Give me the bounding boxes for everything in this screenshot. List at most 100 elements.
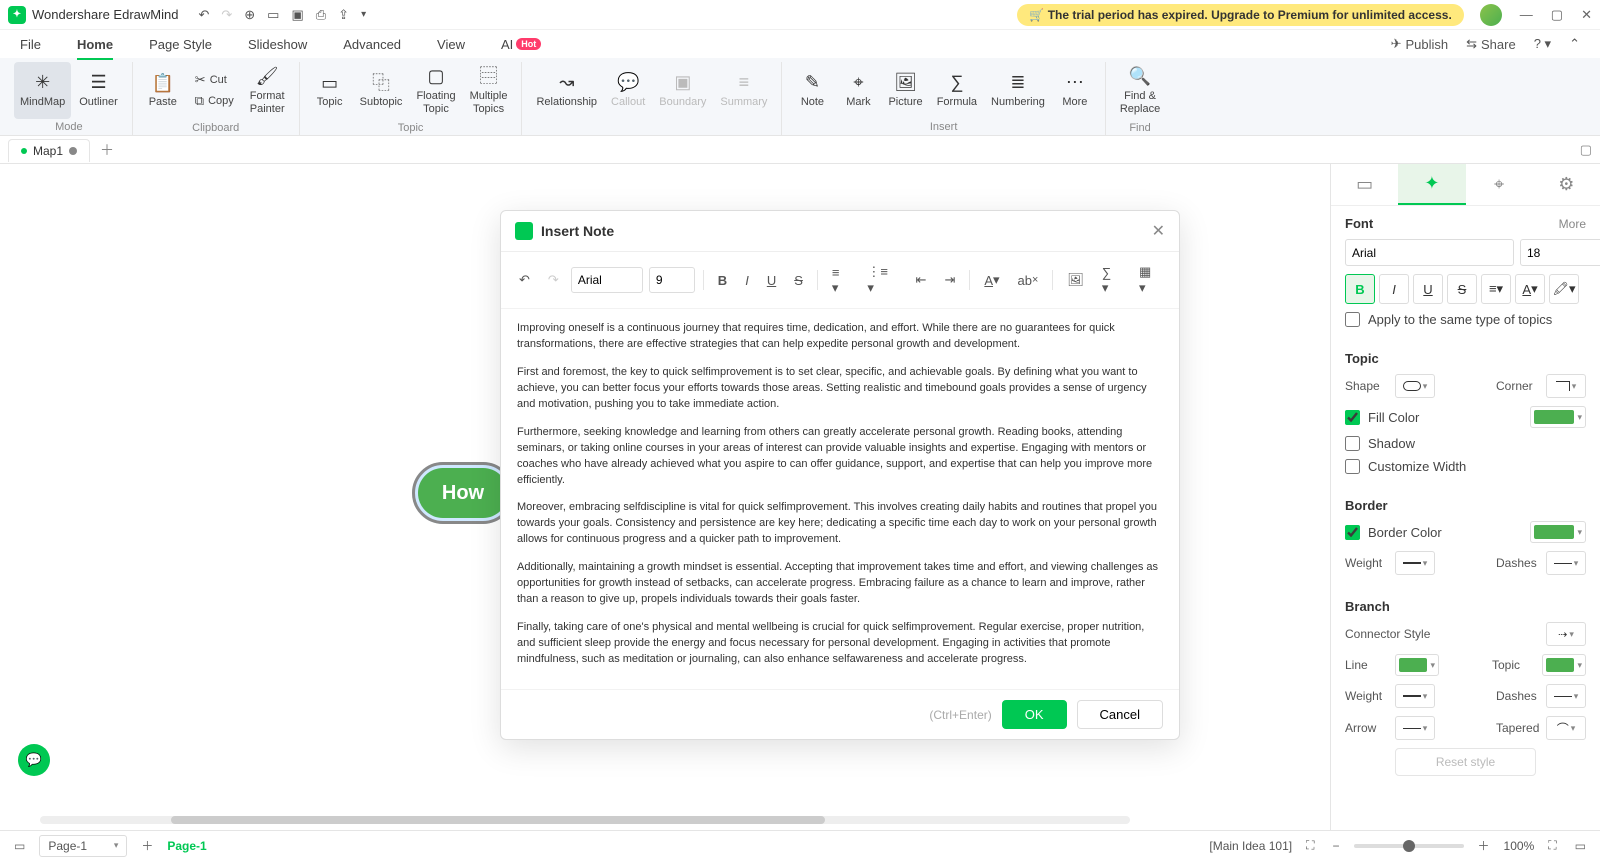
branch-topic-color[interactable]: ▾ xyxy=(1542,654,1586,676)
redo-icon[interactable]: ↷ xyxy=(221,7,232,23)
scrollbar-thumb[interactable] xyxy=(171,816,825,824)
customize-width-checkbox[interactable]: Customize Width xyxy=(1345,459,1586,474)
note-insert-table-button[interactable]: ▦ ▾ xyxy=(1133,260,1167,300)
open-icon[interactable]: ▭ xyxy=(267,7,279,23)
note-strike-button[interactable]: S xyxy=(788,269,809,292)
tab-slideshow[interactable]: Slideshow xyxy=(248,33,307,56)
tab-view[interactable]: View xyxy=(437,33,465,56)
format-painter-button[interactable]: 🖌Format Painter xyxy=(244,62,291,120)
formula-button[interactable]: ∑Formula xyxy=(931,62,983,119)
shape-select[interactable]: ▾ xyxy=(1395,374,1435,398)
border-weight-select[interactable]: ▾ xyxy=(1395,551,1435,575)
note-font-size-select[interactable] xyxy=(649,267,695,293)
page-selector[interactable]: Page-1▾ xyxy=(39,835,127,857)
cut-button[interactable]: ✂Cut xyxy=(191,70,238,90)
border-color-checkbox[interactable]: Border Color xyxy=(1345,525,1442,540)
add-tab-button[interactable]: ＋ xyxy=(100,140,114,160)
maximize-canvas-icon[interactable]: ▢ xyxy=(1580,142,1592,158)
branch-arrow-select[interactable]: ▾ xyxy=(1395,716,1435,740)
doc-tab-map1[interactable]: Map1 xyxy=(8,139,90,162)
dialog-close-button[interactable]: ✕ xyxy=(1152,221,1165,241)
save-icon[interactable]: ▣ xyxy=(291,7,303,23)
reset-style-button[interactable]: Reset style xyxy=(1395,748,1536,776)
branch-dashes-select[interactable]: ▾ xyxy=(1546,684,1586,708)
trial-banner[interactable]: 🛒 The trial period has expired. Upgrade … xyxy=(1017,4,1463,26)
font-family-select[interactable] xyxy=(1345,239,1514,266)
panel-tab-format[interactable]: ✦ xyxy=(1398,164,1465,205)
add-page-button[interactable]: ＋ xyxy=(137,837,157,854)
share-button[interactable]: ⇆Share xyxy=(1466,36,1516,52)
zoom-slider-knob[interactable] xyxy=(1403,840,1415,852)
note-insert-image-button[interactable]: 🖼 xyxy=(1061,268,1090,292)
note-list-button[interactable]: ⋮≡ ▾ xyxy=(861,260,903,300)
note-clear-format-button[interactable]: ab× xyxy=(1012,269,1045,292)
bold-button[interactable]: B xyxy=(1345,274,1375,304)
fit-width-icon[interactable]: ⛶ xyxy=(1302,838,1318,853)
find-replace-button[interactable]: 🔍Find & Replace xyxy=(1114,62,1166,120)
highlight-button[interactable]: 🖍▾ xyxy=(1549,274,1579,304)
central-topic-node[interactable]: How xyxy=(418,468,508,518)
note-text-area[interactable]: Improving oneself is a continuous journe… xyxy=(501,309,1179,689)
fullscreen-icon[interactable]: ⛶ xyxy=(1544,838,1560,853)
font-more-link[interactable]: More xyxy=(1559,217,1586,231)
qat-dropdown-icon[interactable]: ▾ xyxy=(361,9,366,20)
callout-button[interactable]: 💬Callout xyxy=(605,62,651,119)
panel-tab-settings[interactable]: ⚙ xyxy=(1533,164,1600,205)
tab-advanced[interactable]: Advanced xyxy=(343,33,401,56)
underline-button[interactable]: U xyxy=(1413,274,1443,304)
user-avatar[interactable] xyxy=(1480,4,1502,26)
help-button[interactable]: ? ▾ xyxy=(1534,36,1551,52)
note-font-family-select[interactable] xyxy=(571,267,643,293)
tab-ai[interactable]: AI Hot xyxy=(501,33,541,56)
boundary-button[interactable]: ▣Boundary xyxy=(653,62,712,119)
note-bold-button[interactable]: B xyxy=(712,269,733,292)
copy-button[interactable]: ⧉Copy xyxy=(191,91,238,111)
more-insert-button[interactable]: ⋯More xyxy=(1053,62,1097,119)
connector-style-select[interactable]: ⇢▾ xyxy=(1546,622,1586,646)
apply-same-type-checkbox[interactable]: Apply to the same type of topics xyxy=(1345,312,1586,327)
topic-button[interactable]: ▭Topic xyxy=(308,62,352,120)
note-align-button[interactable]: ≡ ▾ xyxy=(826,261,855,300)
ok-button[interactable]: OK xyxy=(1002,700,1067,729)
export-icon[interactable]: ⇪ xyxy=(338,7,349,23)
note-italic-button[interactable]: I xyxy=(739,269,755,292)
corner-select[interactable]: ▾ xyxy=(1546,374,1586,398)
publish-button[interactable]: ✈Publish xyxy=(1391,36,1449,52)
close-icon[interactable]: ✕ xyxy=(1581,7,1592,23)
zoom-in-button[interactable]: ＋ xyxy=(1474,837,1494,854)
tab-home[interactable]: Home xyxy=(77,33,113,56)
numbering-button[interactable]: ≣Numbering xyxy=(985,62,1051,119)
sb-collapse-icon[interactable]: ▭ xyxy=(1571,839,1590,853)
horizontal-scrollbar[interactable] xyxy=(40,816,1130,824)
maximize-icon[interactable]: ▢ xyxy=(1551,7,1563,23)
fill-color-picker[interactable]: ▾ xyxy=(1530,406,1586,428)
paste-button[interactable]: 📋Paste xyxy=(141,62,185,120)
mark-button[interactable]: ⌖Mark xyxy=(836,62,880,119)
note-underline-button[interactable]: U xyxy=(761,269,782,292)
tab-page-style[interactable]: Page Style xyxy=(149,33,212,56)
mindmap-button[interactable]: ✳MindMap xyxy=(14,62,71,119)
border-dashes-select[interactable]: ▾ xyxy=(1546,551,1586,575)
active-page-label[interactable]: Page-1 xyxy=(167,839,206,853)
assistant-fab-button[interactable]: 💬 xyxy=(18,744,50,776)
note-indent-button[interactable]: ⇥ xyxy=(938,268,961,292)
panel-tab-icon[interactable]: ⌖ xyxy=(1466,164,1533,205)
fill-color-checkbox[interactable]: Fill Color xyxy=(1345,410,1419,425)
font-color-button[interactable]: A▾ xyxy=(1515,274,1545,304)
branch-tapered-select[interactable]: ⌒▾ xyxy=(1546,716,1586,740)
cancel-button[interactable]: Cancel xyxy=(1077,700,1163,729)
panel-tab-style[interactable]: ▭ xyxy=(1331,164,1398,205)
note-font-color-button[interactable]: A ▾ xyxy=(978,268,1005,292)
summary-button[interactable]: ≡Summary xyxy=(714,62,773,119)
branch-weight-select[interactable]: ▾ xyxy=(1395,684,1435,708)
note-insert-formula-button[interactable]: ∑ ▾ xyxy=(1096,261,1127,300)
strike-button[interactable]: S xyxy=(1447,274,1477,304)
relationship-button[interactable]: ↝Relationship xyxy=(530,62,603,119)
font-size-select[interactable] xyxy=(1520,239,1600,266)
shadow-checkbox[interactable]: Shadow xyxy=(1345,436,1586,451)
italic-button[interactable]: I xyxy=(1379,274,1409,304)
picture-button[interactable]: 🖼Picture xyxy=(882,62,928,119)
tab-file[interactable]: File xyxy=(20,33,41,56)
floating-topic-button[interactable]: ▢Floating Topic xyxy=(410,62,461,120)
zoom-out-button[interactable]: − xyxy=(1329,839,1344,853)
